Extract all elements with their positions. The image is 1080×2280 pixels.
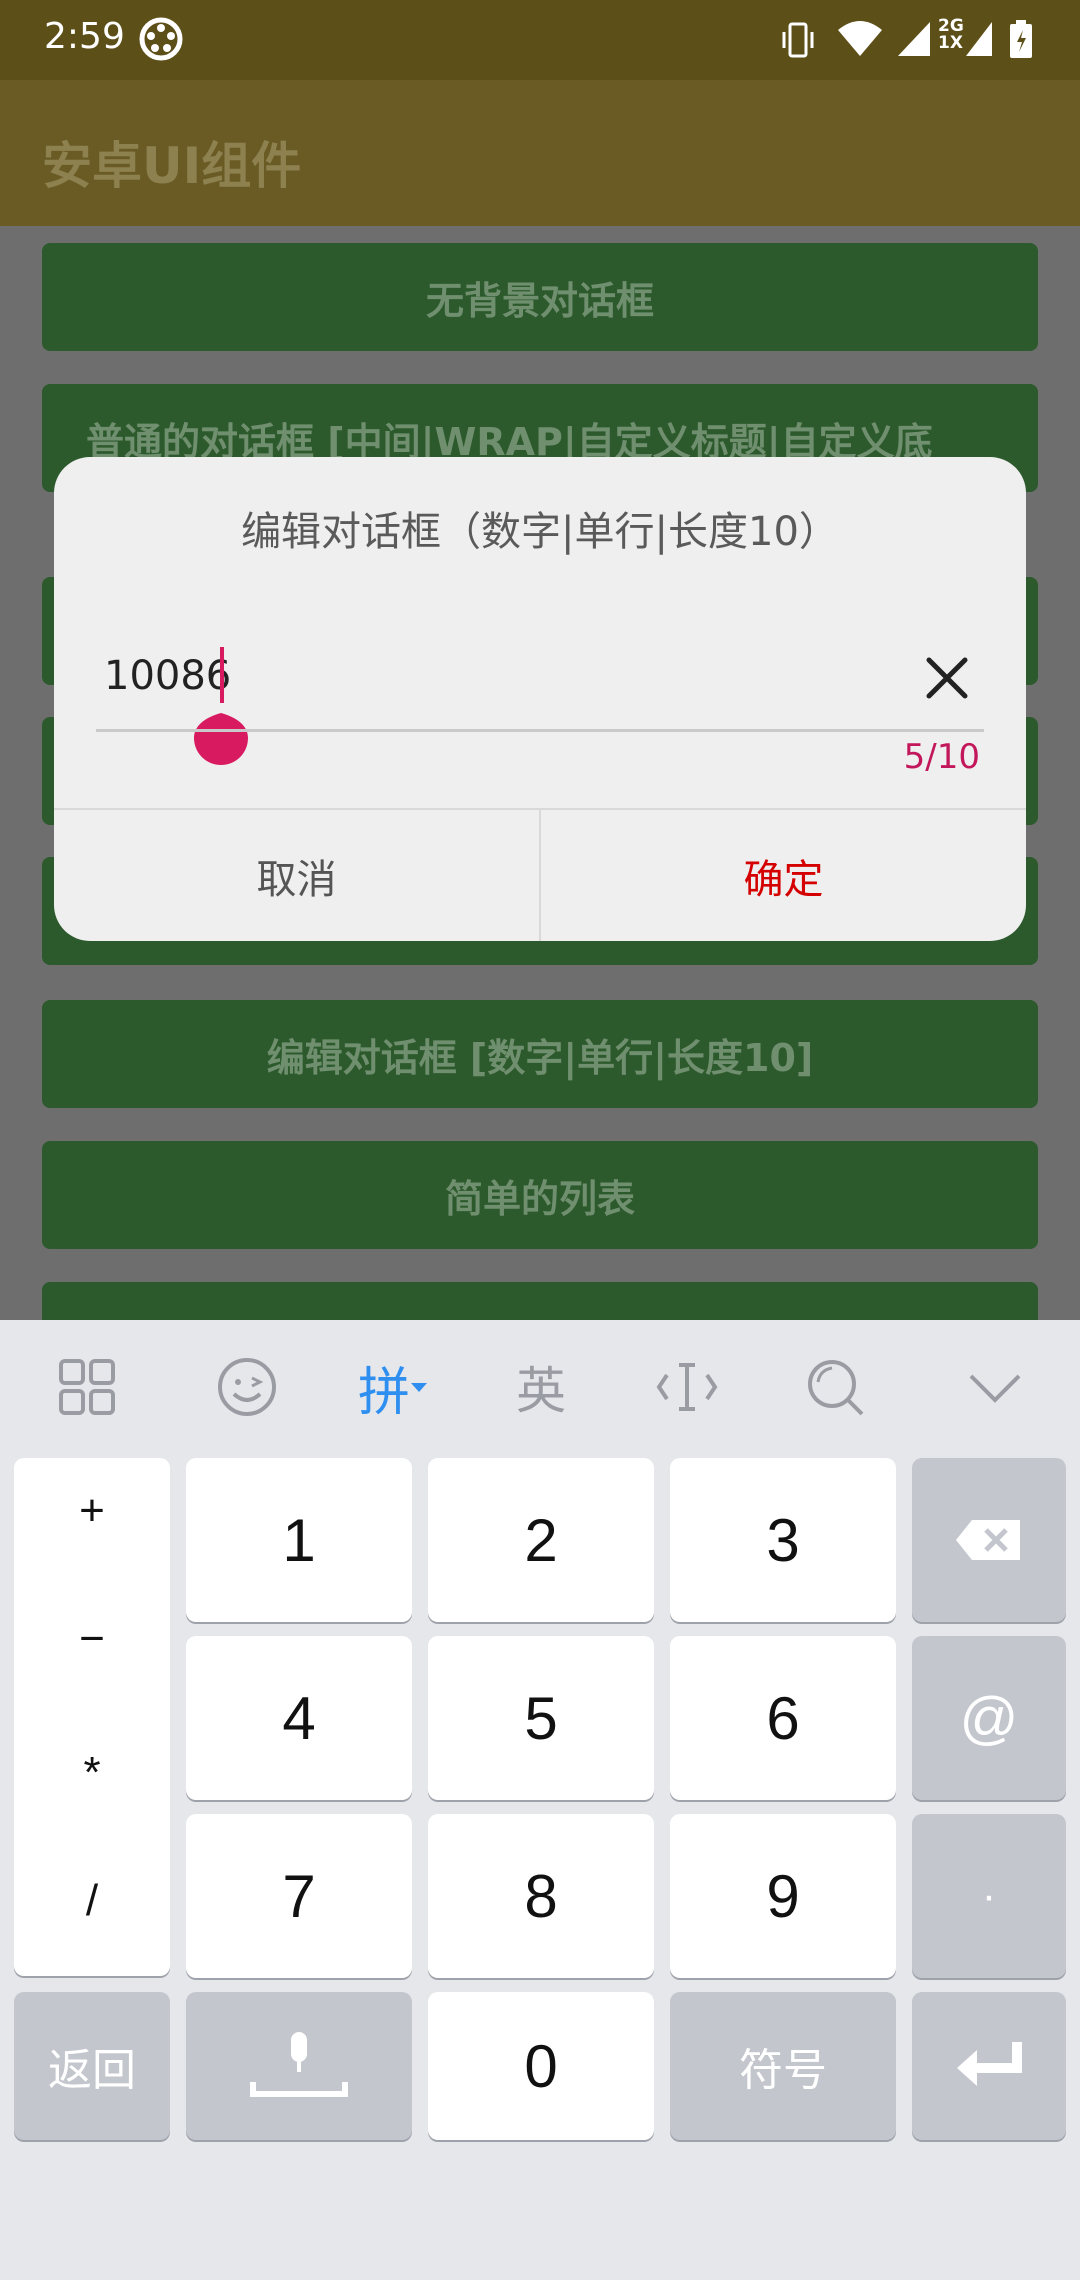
no-background-dialog-button[interactable]: 无背景对话框 [42,243,1038,351]
app-title: 安卓UI组件 [42,137,302,195]
vibrate-icon [782,22,814,58]
battery-icon [1010,20,1032,58]
wifi-icon [838,21,882,56]
grid-icon [59,1359,115,1415]
cursor-move-icon[interactable] [650,1350,724,1424]
clear-icon[interactable] [920,651,974,705]
key-0[interactable]: 0 [428,1992,654,2140]
smiley-icon [218,1358,276,1416]
edit-dialog: 编辑对话框（数字|单行|长度10） 10086 5/10 取消 确定 [54,457,1026,941]
pinyin-mode-tab[interactable]: 拼 [358,1350,448,1424]
keyboard-toolbar: 拼 英 [0,1320,1080,1450]
network-type-label: 2G 1X [938,16,964,53]
symbol-key-column: + − * / [14,1458,170,1976]
key-4[interactable]: 4 [186,1636,412,1800]
english-label: 英 [516,1362,566,1420]
backspace-icon [956,1520,1020,1560]
input-underline [96,729,984,732]
key-multiply[interactable]: * [14,1748,170,1798]
status-time: 2:59 [44,16,125,57]
key-7[interactable]: 7 [186,1814,412,1978]
voice-input-key[interactable] [186,1992,412,2140]
key-6[interactable]: 6 [670,1636,896,1800]
key-at[interactable]: @ [912,1636,1066,1800]
key-plus[interactable]: + [14,1486,170,1536]
ok-button[interactable]: 确定 [541,810,1026,941]
magnifier-icon [808,1360,864,1416]
dialog-title: 编辑对话框（数字|单行|长度10） [241,509,839,555]
search-icon[interactable] [798,1350,872,1424]
status-bar: 2:59 2G 1X [0,0,1080,80]
edit-dialog-button[interactable]: 编辑对话框 [数字|单行|长度10] [42,1000,1038,1108]
list-button-8[interactable] [42,1282,1038,1320]
collapse-keyboard-icon[interactable] [958,1350,1032,1424]
signal-icon [898,22,930,56]
key-1[interactable]: 1 [186,1458,412,1622]
number-input[interactable]: 10086 [104,653,231,699]
signal-icon-2 [966,22,992,56]
microphone-icon [250,2032,348,2097]
character-counter: 5/10 [903,737,980,777]
emoji-icon[interactable] [210,1350,284,1424]
key-2[interactable]: 2 [428,1458,654,1622]
cursor-handle-icon[interactable] [194,705,248,765]
key-9[interactable]: 9 [670,1814,896,1978]
grid-menu-icon[interactable] [50,1350,124,1424]
pinyin-label: 拼 [358,1362,411,1423]
app-notification-icon [139,17,183,61]
key-8[interactable]: 8 [428,1814,654,1978]
chevron-down-icon [969,1374,1021,1403]
enter-icon [957,2042,1022,2086]
dropdown-arrow-icon [411,1383,428,1392]
key-5[interactable]: 5 [428,1636,654,1800]
symbols-key[interactable]: 符号 [670,1992,896,2140]
key-dot[interactable]: · [912,1814,1066,1978]
back-key[interactable]: 返回 [14,1992,170,2140]
text-cursor [220,647,224,703]
key-minus[interactable]: − [14,1614,170,1664]
backspace-key[interactable] [912,1458,1066,1622]
simple-list-button[interactable]: 简单的列表 [42,1141,1038,1249]
text-cursor-icon [656,1363,718,1411]
english-mode-tab[interactable]: 英 [504,1350,578,1424]
cancel-button[interactable]: 取消 [54,810,539,941]
enter-key[interactable] [912,1992,1066,2140]
key-3[interactable]: 3 [670,1458,896,1622]
app-bar: 安卓UI组件 [0,80,1080,226]
key-divide[interactable]: / [14,1876,170,1926]
input-method-keyboard: 拼 英 + − * / 1 2 3 4 5 6 @ 7 8 9 · 返回 0 符… [0,1320,1080,2280]
